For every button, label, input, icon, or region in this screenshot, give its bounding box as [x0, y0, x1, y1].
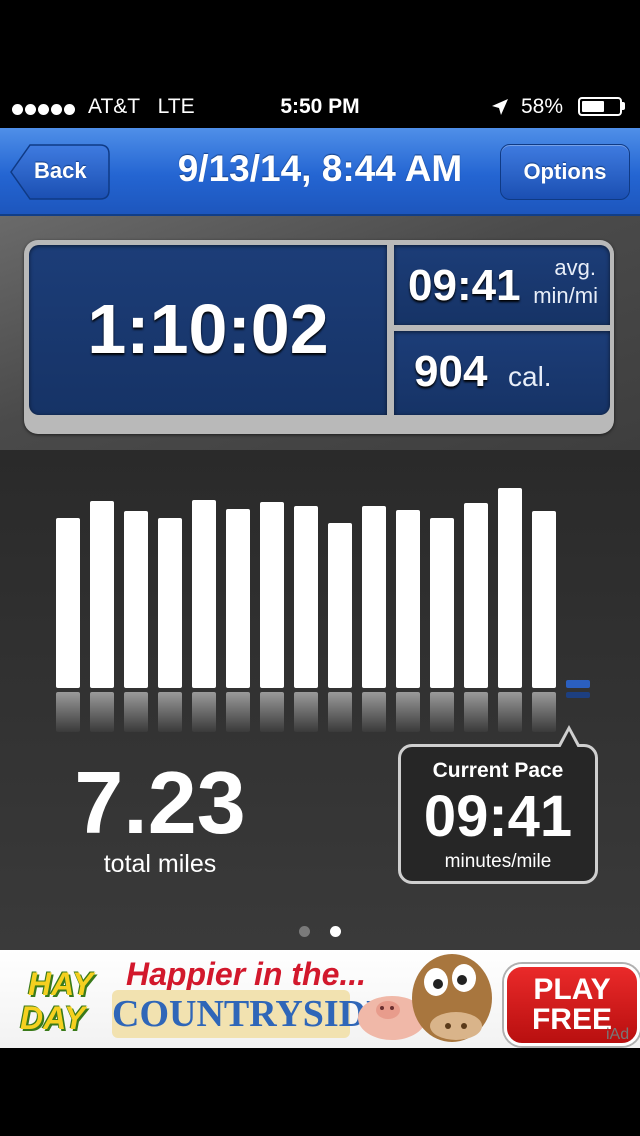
split-bar-reflection [396, 692, 420, 732]
options-button[interactable]: Options [500, 144, 630, 200]
avg-pace-unit-line1: avg. [554, 255, 596, 280]
split-bar-reflection [362, 692, 386, 732]
distance-value: 7.23 [74, 753, 246, 852]
page-dot-1[interactable] [299, 926, 310, 937]
battery-tip [622, 102, 625, 110]
split-bar[interactable] [158, 518, 182, 688]
ad-subhead: COUNTRYSIDE [112, 990, 392, 1038]
duration-value: 1:10:02 [87, 290, 329, 368]
split-bar[interactable] [90, 501, 114, 688]
split-bar-reflection [260, 692, 284, 732]
ad-banner[interactable]: HAY DAY Happier in the... COUNTRYSIDE PL… [0, 950, 640, 1048]
current-pace-value: 09:41 [423, 784, 573, 849]
split-bar[interactable] [498, 488, 522, 688]
split-bar[interactable] [396, 510, 420, 688]
split-bar-reflection [464, 692, 488, 732]
split-bar[interactable] [294, 506, 318, 688]
split-bar-reflection [158, 692, 182, 732]
logo-text-2: DAY [20, 1000, 86, 1036]
page-dot-2[interactable] [330, 926, 341, 937]
split-bar[interactable] [226, 509, 250, 688]
logo-text-1: HAY [28, 966, 94, 1002]
duration-cell: 1:10:02 [29, 245, 387, 415]
avg-pace-value: 09:41 [408, 261, 521, 310]
split-bar-reflection [498, 692, 522, 732]
page-indicator[interactable] [0, 924, 640, 942]
ad-headline: Happier in the... [126, 956, 367, 992]
battery-percent: 58% [521, 95, 564, 118]
avg-pace-unit-line2: min/mi [533, 283, 598, 308]
iad-badge: iAd [606, 1026, 630, 1043]
bottom-black-area [0, 1048, 640, 1136]
workout-summary: 1:10:02 09:41 avg. min/mi 904 cal. [0, 216, 640, 450]
battery-icon [578, 97, 622, 116]
current-pace-bubble: Current Pace 09:41 minutes/mile [398, 725, 598, 884]
split-bar[interactable] [362, 506, 386, 688]
split-bar-reflection [294, 692, 318, 732]
split-bar[interactable] [192, 500, 216, 688]
avg-pace-cell: 09:41 avg. min/mi [394, 245, 610, 325]
distance-label: total miles [103, 850, 217, 878]
split-bar[interactable] [430, 518, 454, 688]
current-pace-unit: minutes/mile [444, 851, 552, 872]
bubble-tail-inner [560, 731, 578, 748]
summary-panel: 1:10:02 09:41 avg. min/mi 904 cal. [24, 240, 614, 434]
split-bar[interactable] [56, 518, 80, 688]
split-bar-reflection [56, 692, 80, 732]
split-bar[interactable] [260, 502, 284, 688]
split-bar-reflection [430, 692, 454, 732]
split-bar-reflection [328, 692, 352, 732]
split-bar-reflection [566, 692, 590, 698]
calories-value: 904 [414, 347, 488, 396]
calories-cell: 904 cal. [394, 331, 610, 415]
play-label: PLAY [533, 973, 611, 1006]
split-bar-current[interactable] [566, 680, 590, 688]
hay-day-logo: HAY DAY [8, 962, 108, 1038]
status-bar: AT&T LTE 5:50 PM 58% [0, 88, 640, 128]
split-bar-reflection [90, 692, 114, 732]
split-bar-reflection [532, 692, 556, 732]
splits-area[interactable]: 7.23 total miles Current Pace 09:41 minu… [0, 450, 640, 950]
calories-unit: cal. [508, 361, 552, 392]
split-bar-reflection [192, 692, 216, 732]
split-bar[interactable] [124, 511, 148, 688]
split-bar[interactable] [532, 511, 556, 688]
location-arrow-icon [492, 99, 508, 115]
splits-chart[interactable] [0, 450, 640, 740]
split-bar-reflection [226, 692, 250, 732]
farm-animals-illustration [358, 954, 492, 1042]
split-bar[interactable] [328, 523, 352, 688]
split-bar[interactable] [464, 503, 488, 688]
current-pace-title: Current Pace [432, 759, 564, 782]
navigation-bar: Back 9/13/14, 8:44 AM Options [0, 128, 640, 216]
split-bar-reflection [124, 692, 148, 732]
